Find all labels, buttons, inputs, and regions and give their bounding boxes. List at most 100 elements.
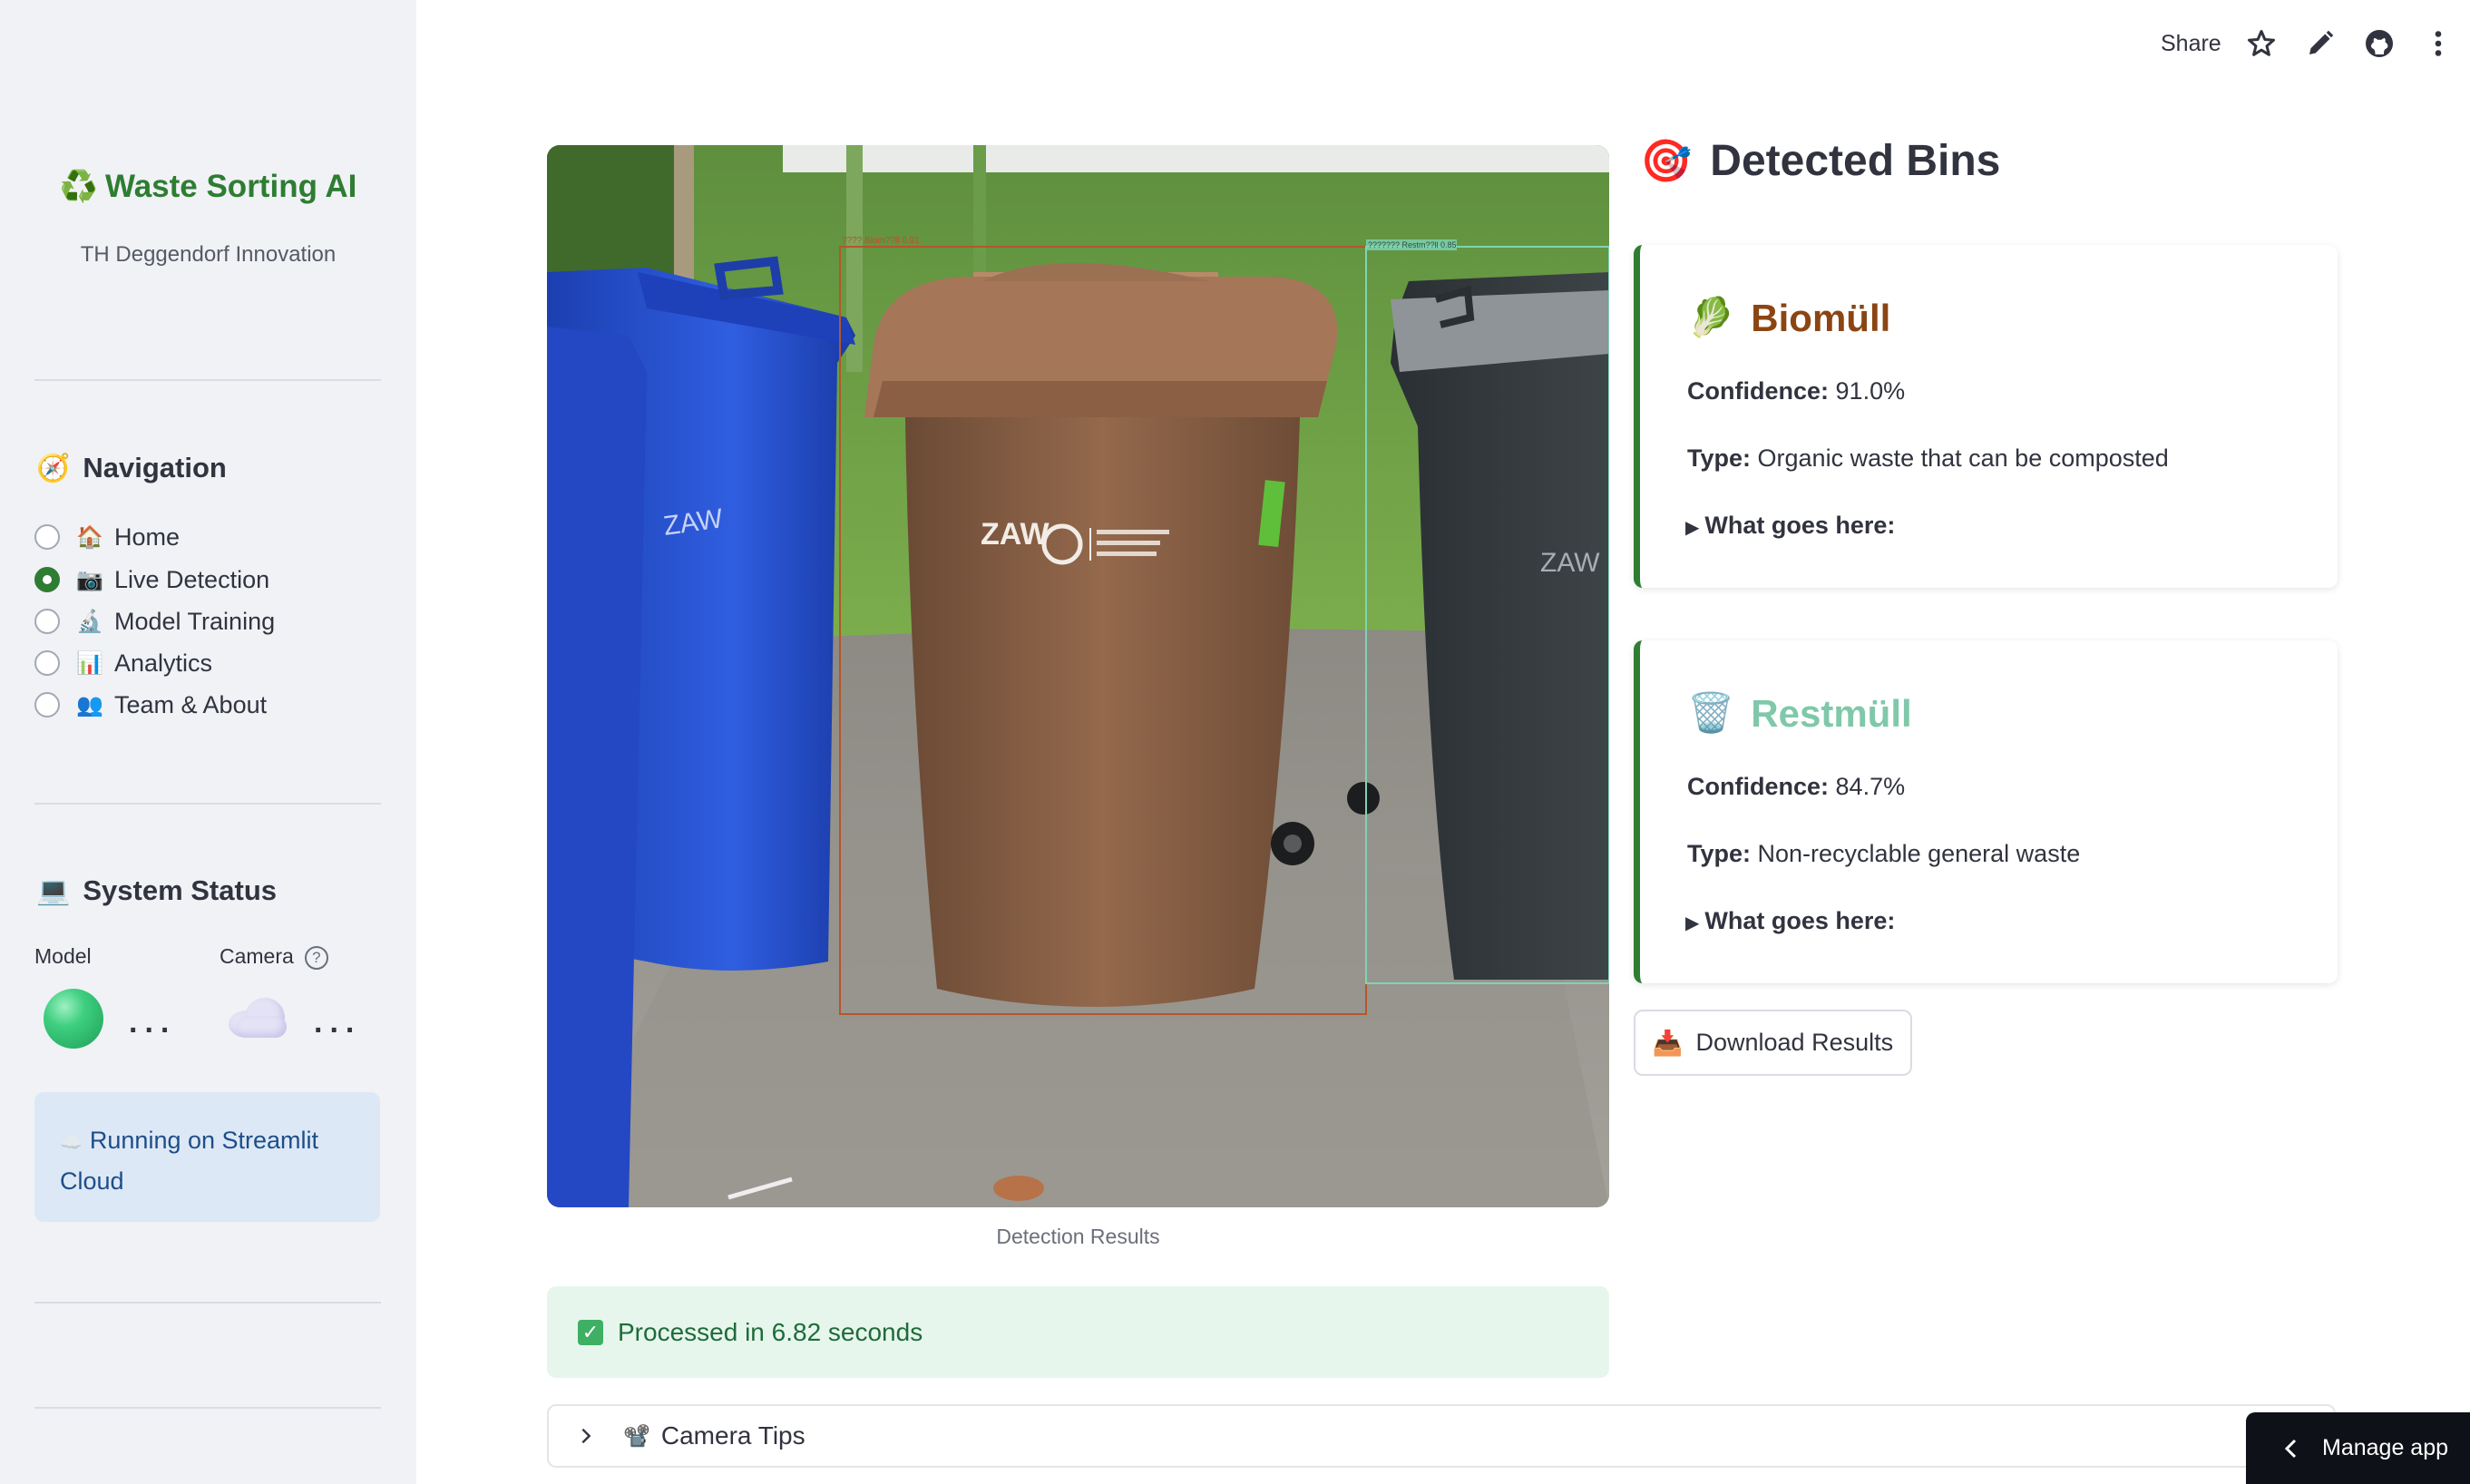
card-title: 🥬 Biomüll: [1687, 296, 1890, 340]
card-title-text: Restmüll: [1751, 691, 1912, 735]
camera-label: Camera: [220, 944, 294, 968]
target-icon: 🎯: [1640, 137, 1693, 184]
nav-radio-analytics[interactable]: 📊 Analytics: [34, 645, 212, 681]
info-text: Running on Streamlit Cloud: [60, 1127, 319, 1195]
cloud-icon: ☁️: [60, 1133, 83, 1153]
divider: [34, 379, 381, 381]
manage-app-label: Manage app: [2322, 1435, 2449, 1460]
green-circle-icon: [44, 989, 103, 1049]
chevron-right-icon: [581, 1428, 591, 1444]
bins-photo: ZAW ZAW ZAW ???? Biom??ll 0.91 ??????? R…: [547, 145, 1609, 1207]
help-icon[interactable]: ?: [304, 945, 328, 970]
type-value: Organic waste that can be composted: [1757, 444, 2169, 472]
inbox-tray-icon: 📥: [1652, 1029, 1684, 1057]
type-label: Type:: [1687, 840, 1752, 867]
microscope-icon: 🔬: [76, 609, 103, 634]
what-goes-here-toggle[interactable]: ▶ What goes here:: [1685, 512, 1895, 540]
computer-icon: 💻: [36, 875, 71, 906]
detection-label-restmuell: ??????? Restm??ll 0.85: [1368, 240, 1457, 249]
what-goes-here-toggle[interactable]: ▶ What goes here:: [1685, 907, 1895, 935]
confidence-line: Confidence: 91.0%: [1687, 377, 1905, 405]
confidence-label: Confidence:: [1687, 773, 1830, 800]
download-results-button[interactable]: 📥 Download Results: [1634, 1010, 1912, 1076]
pencil-icon[interactable]: [2304, 27, 2337, 60]
detection-label-biomuell: ???? Biom??ll 0.91: [842, 236, 920, 246]
expander-label: Camera Tips: [660, 1421, 805, 1450]
navigation-title: Navigation: [83, 452, 227, 483]
result-card-biomuell: 🥬 Biomüll Confidence: 91.0% Type: Organi…: [1634, 245, 2338, 588]
confidence-line: Confidence: 84.7%: [1687, 773, 1905, 801]
more-vertical-icon[interactable]: [2422, 27, 2455, 60]
github-icon[interactable]: [2363, 27, 2396, 60]
success-alert: ✓ Processed in 6.82 seconds: [547, 1286, 1609, 1378]
camera-tips-expander[interactable]: 📽️ Camera Tips: [547, 1404, 2336, 1468]
nav-radio-team-about[interactable]: 👥 Team & About: [34, 687, 267, 723]
type-line: Type: Non-recyclable general waste: [1687, 840, 2080, 868]
nav-label: Home: [114, 522, 181, 551]
chevron-left-icon: [2284, 1439, 2297, 1458]
nav-radio-model-training[interactable]: 🔬 Model Training: [34, 603, 275, 639]
nav-radio-home[interactable]: 🏠 Home: [34, 519, 180, 555]
system-status-title: System Status: [83, 874, 277, 906]
model-status-value: ...: [129, 1005, 177, 1040]
type-value: Non-recyclable general waste: [1757, 840, 2081, 867]
navigation-header: 🧭 Navigation: [36, 452, 227, 484]
leafy-green-icon: 🥬: [1687, 296, 1735, 338]
camera-label-wrap: Camera?: [220, 944, 328, 970]
nav-label: Live Detection: [114, 565, 270, 593]
brand-title: ♻️ Waste Sorting AI: [0, 169, 416, 205]
compass-icon: 🧭: [36, 453, 71, 483]
nav-label: Model Training: [114, 607, 276, 635]
triangle-right-icon: ▶: [1685, 913, 1700, 933]
wastebasket-icon: 🗑️: [1687, 691, 1735, 734]
model-label: Model: [34, 944, 92, 968]
camera-icon: 📷: [76, 567, 103, 592]
svg-text:ZAW: ZAW: [1540, 548, 1600, 578]
card-title-text: Biomüll: [1751, 296, 1891, 339]
nav-radio-live-detection[interactable]: 📷 Live Detection: [34, 561, 269, 598]
star-icon[interactable]: [2245, 27, 2278, 60]
confidence-value: 91.0%: [1835, 377, 1906, 405]
bar-chart-icon: 📊: [76, 650, 103, 676]
detection-image: ZAW ZAW ZAW ???? Biom??ll 0.91 ??????? R…: [547, 145, 1609, 1207]
results-title: 🎯 Detected Bins: [1640, 136, 2000, 186]
confidence-label: Confidence:: [1687, 377, 1830, 405]
type-label: Type:: [1687, 444, 1752, 472]
projector-icon: 📽️: [623, 1423, 650, 1449]
success-text: Processed in 6.82 seconds: [618, 1317, 923, 1346]
house-icon: 🏠: [76, 524, 103, 550]
people-icon: 👥: [76, 692, 103, 718]
checkmark-icon: ✓: [578, 1319, 603, 1345]
radio-button-selected[interactable]: [34, 567, 60, 592]
toggle-label: What goes here:: [1704, 512, 1896, 539]
manage-app-button[interactable]: Manage app: [2246, 1412, 2470, 1484]
camera-status-value: ...: [314, 1005, 362, 1040]
results-title-text: Detected Bins: [1710, 137, 2001, 185]
radio-button[interactable]: [34, 692, 60, 718]
brand-subtitle: TH Deggendorf Innovation: [80, 242, 337, 267]
radio-button[interactable]: [34, 524, 60, 550]
toggle-label: What goes here:: [1704, 907, 1896, 934]
nav-label: Analytics: [114, 649, 213, 677]
radio-button[interactable]: [34, 609, 60, 634]
divider: [34, 803, 381, 805]
card-title: 🗑️ Restmüll: [1687, 691, 1912, 736]
svg-text:ZAW: ZAW: [981, 517, 1050, 552]
download-label: Download Results: [1695, 1029, 1894, 1056]
recycle-icon: ♻️: [59, 170, 98, 204]
divider: [34, 1407, 381, 1409]
nav-label: Team & About: [114, 690, 268, 718]
system-status-header: 💻 System Status: [36, 874, 277, 907]
brand-label: Waste Sorting AI: [104, 169, 357, 204]
share-button[interactable]: Share: [2161, 31, 2221, 57]
sidebar: ♻️ Waste Sorting AI TH Deggendorf Innovat…: [0, 0, 416, 1484]
result-card-restmuell: 🗑️ Restmüll Confidence: 84.7% Type: Non-…: [1634, 640, 2338, 983]
info-alert: ☁️ Running on Streamlit Cloud: [34, 1092, 380, 1222]
confidence-value: 84.7%: [1835, 773, 1906, 800]
image-caption: Detection Results: [996, 1225, 1160, 1248]
cloud-icon: [229, 998, 292, 1038]
triangle-right-icon: ▶: [1685, 518, 1700, 538]
radio-button[interactable]: [34, 650, 60, 676]
divider: [34, 1302, 381, 1303]
type-line: Type: Organic waste that can be composte…: [1687, 444, 2169, 473]
